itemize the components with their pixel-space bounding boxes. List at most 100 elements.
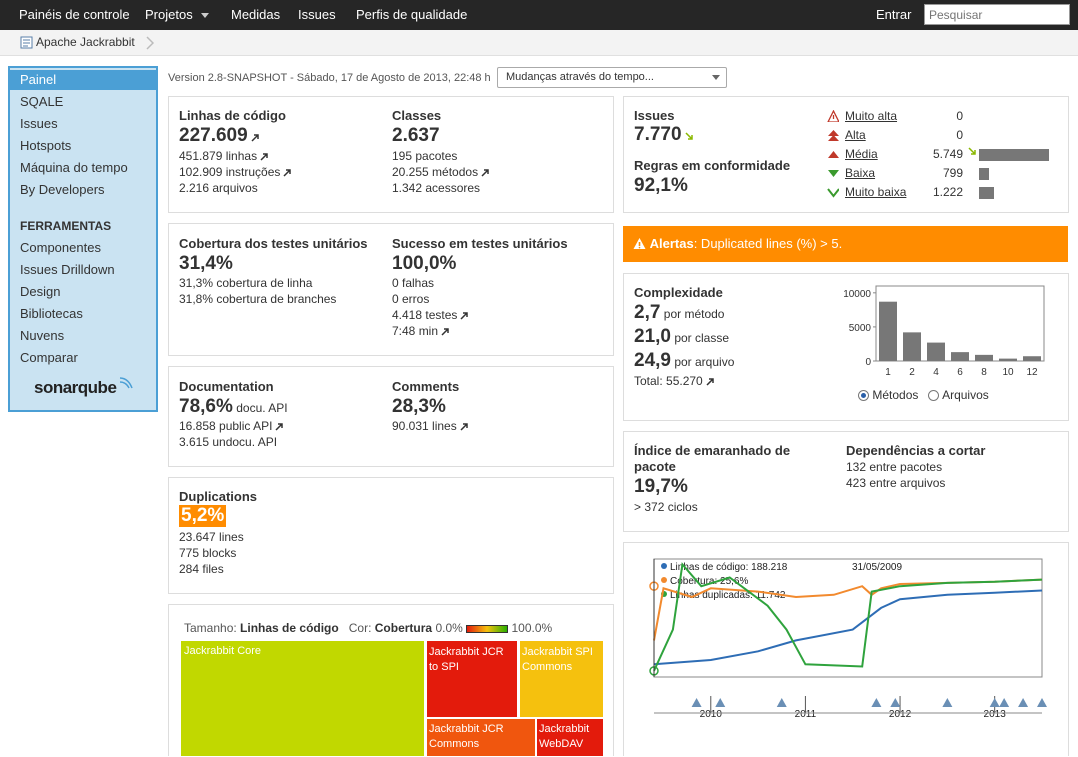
coverage-value[interactable]: 31,4% (179, 253, 233, 275)
complexity-bar (879, 301, 897, 361)
severity-critical-link[interactable]: Alta (845, 128, 866, 142)
sidebar-item-by-developers[interactable]: By Developers (20, 180, 105, 200)
sidebar-item-libraries[interactable]: Bibliotecas (20, 304, 83, 324)
size-widget: Linhas de código 227.609 451.879 linhas … (168, 96, 614, 213)
severity-minor-link[interactable]: Baixa (845, 166, 875, 180)
test-errors[interactable]: 0 erros (392, 292, 429, 306)
sidebar-item-design[interactable]: Design (20, 282, 60, 302)
chevron-down-icon (200, 13, 209, 19)
version-text: Version 2.8-SNAPSHOT - Sábado, 17 de Ago… (168, 72, 491, 84)
severity-blocker-link[interactable]: Muito alta (845, 109, 897, 123)
sidebar-item-time-machine[interactable]: Máquina do tempo (20, 158, 128, 178)
sidebar-item-components[interactable]: Componentes (20, 238, 101, 258)
treemap-color-max: 100.0% (511, 621, 553, 635)
statements-count[interactable]: 102.909 instruções (179, 165, 292, 179)
comment-lines-count[interactable]: 90.031 lines (392, 419, 468, 433)
sidebar-item-issues[interactable]: Issues (20, 114, 58, 134)
line-coverage[interactable]: 31,3% cobertura de linha (179, 276, 312, 290)
sidebar-item-hotspots[interactable]: Hotspots (20, 136, 71, 156)
nav-issues[interactable]: Issues (298, 0, 336, 30)
severity-major-link[interactable]: Média (845, 147, 878, 161)
x-tick-label: 2010 (700, 709, 723, 720)
treemap-size-metric[interactable]: Linhas de código (240, 621, 339, 635)
treemap-cell-spi-commons[interactable]: Jackrabbit SPI Commons (519, 640, 604, 718)
test-failures[interactable]: 0 falhas (392, 276, 434, 290)
treemap-cell-jcr-commons[interactable]: Jackrabbit JCR Commons (426, 718, 536, 757)
treemap-cell-webdav[interactable]: Jackrabbit WebDAV (536, 718, 604, 757)
test-duration-text: 7:48 min (392, 324, 439, 338)
duplicated-lines[interactable]: 23.647 lines (179, 530, 244, 544)
test-success-label: Sucesso em testes unitários (392, 236, 568, 251)
treemap-color-metric[interactable]: Cobertura (375, 621, 432, 635)
test-count[interactable]: 4.418 testes (392, 308, 469, 322)
duplicated-files[interactable]: 284 files (179, 562, 224, 576)
trend-up-icon (481, 168, 489, 177)
time-changes-select[interactable]: Mudanças através do tempo... (497, 67, 727, 88)
legend-marker (661, 577, 667, 583)
complexity-distribution-chart: 10000500001 2 4 6 8 10 12 (843, 285, 1045, 378)
accessors-count[interactable]: 1.342 acessores (392, 181, 480, 195)
treemap-cell-jackrabbit-core[interactable]: Jackrabbit Core (180, 640, 425, 757)
complexity-total[interactable]: Total: 55.270 (634, 374, 714, 388)
tangle-cycles[interactable]: > 372 ciclos (634, 500, 698, 514)
severity-bar-2 (979, 149, 1049, 161)
radio-methods[interactable] (858, 390, 869, 401)
lines-count[interactable]: 451.879 linhas (179, 149, 268, 163)
branch-coverage[interactable]: 31,8% cobertura de branches (179, 292, 336, 306)
login-link[interactable]: Entrar (876, 0, 911, 30)
loc-value[interactable]: 227.609 (179, 125, 259, 147)
sidebar-item-clouds[interactable]: Nuvens (20, 326, 64, 346)
event-marker (989, 698, 1000, 707)
nav-measures[interactable]: Medidas (231, 0, 280, 30)
nav-dashboards[interactable]: Painéis de controle (19, 0, 130, 30)
warning-icon (633, 238, 646, 249)
documentation-label: Documentation (179, 379, 274, 394)
treemap-color-min: 0.0% (435, 621, 463, 635)
breadcrumb-project[interactable]: Apache Jackrabbit (36, 35, 135, 49)
complexity-per-method[interactable]: 2,7 por método (634, 302, 724, 324)
search-input[interactable] (924, 4, 1070, 25)
comments-value[interactable]: 28,3% (392, 396, 446, 418)
severity-info-link[interactable]: Muito baixa (845, 185, 906, 199)
sidebar-item-dashboard[interactable]: Painel (10, 70, 156, 90)
treemap-cell-jcr-to-spi[interactable]: Jackrabbit JCR to SPI (426, 640, 518, 718)
methods-count[interactable]: 20.255 métodos (392, 165, 489, 179)
sidebar-item-sqale[interactable]: SQALE (20, 92, 63, 112)
files-count[interactable]: 2.216 arquivos (179, 181, 258, 195)
public-api-text: 16.858 public API (179, 419, 273, 433)
package-tangle-widget: Índice de emaranhado de pacote 19,7% > 3… (623, 431, 1069, 532)
complexity-per-class-value: 21,0 (634, 326, 671, 347)
rules-compliance-value[interactable]: 92,1% (634, 175, 688, 197)
test-success-value[interactable]: 100,0% (392, 253, 456, 275)
treemap-color-gradient (466, 624, 509, 633)
undocumented-api-count[interactable]: 3.615 undocu. API (179, 435, 277, 449)
classes-value[interactable]: 2.637 (392, 125, 440, 147)
duplications-widget: Duplications 5,2% 23.647 lines 775 block… (168, 477, 614, 594)
radio-files[interactable] (928, 390, 940, 401)
issues-value[interactable]: 7.770 (634, 124, 693, 146)
documentation-value-row[interactable]: 78,6% docu. API (179, 396, 288, 418)
complexity-per-class[interactable]: 21,0 por classe (634, 326, 729, 348)
classes-label: Classes (392, 108, 442, 123)
trend-down-icon (685, 132, 693, 140)
dependencies-files[interactable]: 423 entre arquivos (846, 476, 945, 490)
tangle-value[interactable]: 19,7% (634, 476, 688, 498)
issues-widget: Issues 7.770 Regras em conformidade 92,1… (623, 96, 1069, 213)
public-api-count[interactable]: 16.858 public API (179, 419, 284, 433)
nav-projects[interactable]: Projetos (145, 0, 209, 30)
event-marker (715, 698, 726, 707)
event-marker (999, 698, 1010, 707)
dependencies-packages[interactable]: 132 entre pacotes (846, 460, 942, 474)
sidebar-item-issues-drilldown[interactable]: Issues Drilldown (20, 260, 115, 280)
duplications-value[interactable]: 5,2% (179, 505, 227, 527)
alert-title: Alertas (649, 236, 694, 251)
y-tick-label: 10000 (843, 289, 871, 300)
test-duration[interactable]: 7:48 min (392, 324, 449, 338)
complexity-per-method-label: por método (663, 307, 725, 321)
complexity-per-file[interactable]: 24,9 por arquivo (634, 350, 734, 372)
sidebar-item-compare[interactable]: Comparar (20, 348, 78, 368)
complexity-bar (999, 358, 1017, 361)
duplicated-blocks[interactable]: 775 blocks (179, 546, 236, 560)
packages-count[interactable]: 195 pacotes (392, 149, 457, 163)
nav-quality-profiles[interactable]: Perfis de qualidade (356, 0, 467, 30)
